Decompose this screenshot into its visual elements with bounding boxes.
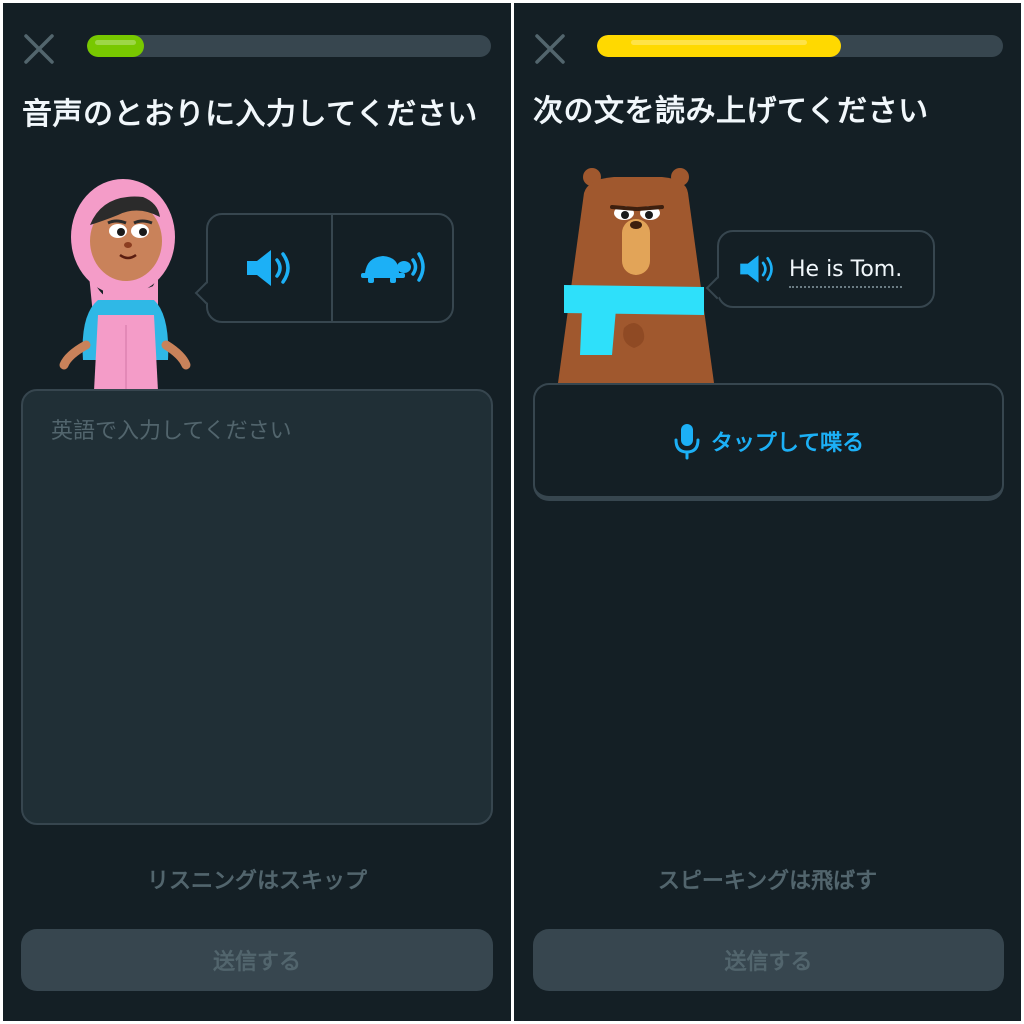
sentence-text[interactable]: He is Tom.	[789, 256, 903, 288]
sentence-row: He is Tom.	[719, 232, 933, 306]
submit-button[interactable]: 送信する	[533, 929, 1004, 991]
mic-label: タップして喋る	[710, 430, 865, 456]
sentence-bubble: He is Tom.	[705, 230, 935, 308]
answer-input[interactable]	[21, 389, 493, 825]
progress-bar	[597, 35, 1003, 57]
skip-speaking-link[interactable]: スピーキングは飛ばす	[514, 863, 1021, 895]
play-slow-audio-button[interactable]	[333, 215, 454, 321]
sentence-label: He is Tom.	[789, 256, 903, 282]
listening-exercise-screen: 音声のとおりに入力してください 英語で入力してください リスニングはスキップ 送…	[3, 3, 511, 1021]
audio-bubble	[194, 213, 454, 323]
close-icon[interactable]	[532, 31, 568, 67]
close-icon[interactable]	[21, 31, 57, 67]
turtle-icon	[360, 252, 425, 283]
speaking-exercise-screen: 次の文を読み上げてください He is Tom. タップして喋る スピーキングは…	[514, 3, 1021, 1021]
character-illustration	[59, 179, 191, 391]
progress-bar	[87, 35, 491, 57]
skip-listening-link[interactable]: リスニングはスキップ	[3, 863, 511, 895]
tap-to-speak-button[interactable]: タップして喋る	[533, 383, 1004, 501]
progress-fill	[597, 35, 841, 57]
page-title: 次の文を読み上げてください	[533, 94, 929, 129]
character-illustration	[558, 168, 714, 383]
progress-fill	[87, 35, 144, 57]
speaker-icon	[247, 250, 290, 286]
microphone-icon	[674, 423, 700, 459]
speaker-icon[interactable]	[737, 253, 777, 285]
sentence-underline	[789, 285, 903, 288]
page-title: 音声のとおりに入力してください	[22, 97, 478, 132]
play-audio-button[interactable]	[208, 215, 330, 321]
submit-button[interactable]: 送信する	[21, 929, 493, 991]
